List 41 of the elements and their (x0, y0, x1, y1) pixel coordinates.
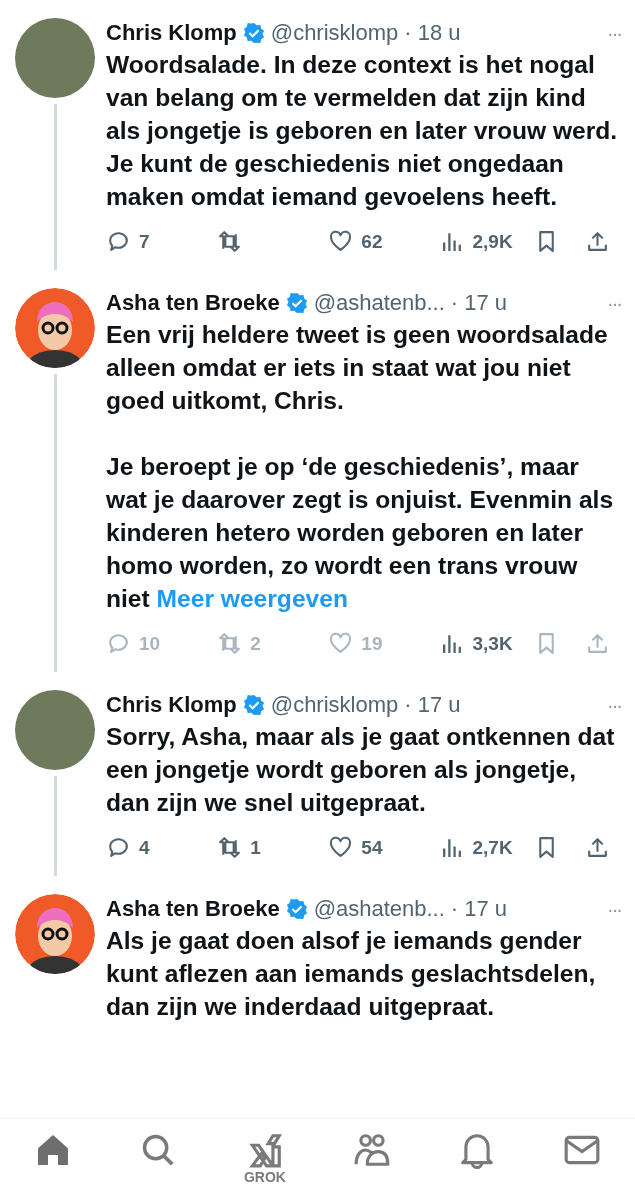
people-tab[interactable] (353, 1131, 392, 1169)
post-time: · 17 u (450, 895, 508, 923)
heart-icon (328, 229, 354, 254)
views-button[interactable]: 3,3K (439, 631, 513, 656)
author-handle[interactable]: @ashatenb... (313, 288, 445, 318)
like-button[interactable]: 62 (328, 229, 419, 254)
heart-icon (328, 835, 354, 860)
avatar-icon[interactable] (15, 894, 95, 974)
author-name[interactable]: Chris Klomp (106, 690, 237, 720)
views-button[interactable]: 2,9K (439, 229, 513, 254)
speech-bubble-icon (106, 631, 131, 656)
post-time: · 17 u (404, 691, 461, 719)
share-icon (585, 631, 610, 656)
post-time: · 17 u (450, 289, 508, 317)
author-handle[interactable]: @ashatenb... (313, 894, 445, 924)
views-button[interactable]: 2,7K (439, 835, 513, 860)
reply-button[interactable]: 4 (106, 835, 196, 860)
tweet-text: Woordsalade. In deze context is het nogal van belang om te vermelden dat zijn kind als jongetje is geboren en later vrouw werd. Je kunt de geschiedenis niet ongedaan maken omdat iemand gevoelens heeft. (106, 50, 619, 212)
author-handle[interactable]: @chrisklomp (270, 18, 399, 48)
author-name[interactable]: Asha ten Broeke (106, 894, 280, 924)
author-handle[interactable]: @chrisklomp (270, 690, 399, 720)
speech-bubble-icon (106, 835, 131, 860)
repost-arrows-icon (217, 229, 243, 254)
tweet-text: Als je gaat doen alsof je iemands gender kunt aflezen aan iemands geslachtsdelen, dan zijn we inderdaad uitgepraat. (106, 926, 597, 1022)
author-name[interactable]: Asha ten Broeke (106, 288, 280, 318)
tweet-text: Een vrij heldere tweet is geen woordsalade alleen omdat er iets in staat wat jou niet goed uitkomt, Chris. Je beroept je op ‘de geschiedenis’, maar wat je daarover zegt is onjuist. Evenmin als kinderen hetero worden geboren en later homo worden, zo wordt een trans vrouw niet Meer weergeven (106, 320, 615, 614)
share-icon (585, 229, 610, 254)
tweet-text: Sorry, Asha, maar als je gaat ontkennen dat een jongetje wordt geboren als jongetje, dan zijn we snel uitgepraat. (106, 722, 616, 818)
heart-icon (328, 631, 354, 656)
share-icon (585, 835, 610, 860)
grok-tab[interactable]: GROK (243, 1131, 286, 1185)
author-name[interactable]: Chris Klomp (106, 18, 237, 48)
repost-arrows-icon (217, 835, 243, 860)
speech-bubble-icon (106, 229, 131, 254)
avatar-icon[interactable] (15, 288, 95, 368)
repost-arrows-icon (217, 631, 243, 656)
post-time: · 18 u (404, 19, 461, 47)
like-button[interactable]: 54 (328, 835, 419, 860)
reply-button[interactable]: 7 (106, 229, 196, 254)
people-icon (353, 1131, 392, 1169)
repost-button[interactable]: 1 (217, 835, 308, 860)
